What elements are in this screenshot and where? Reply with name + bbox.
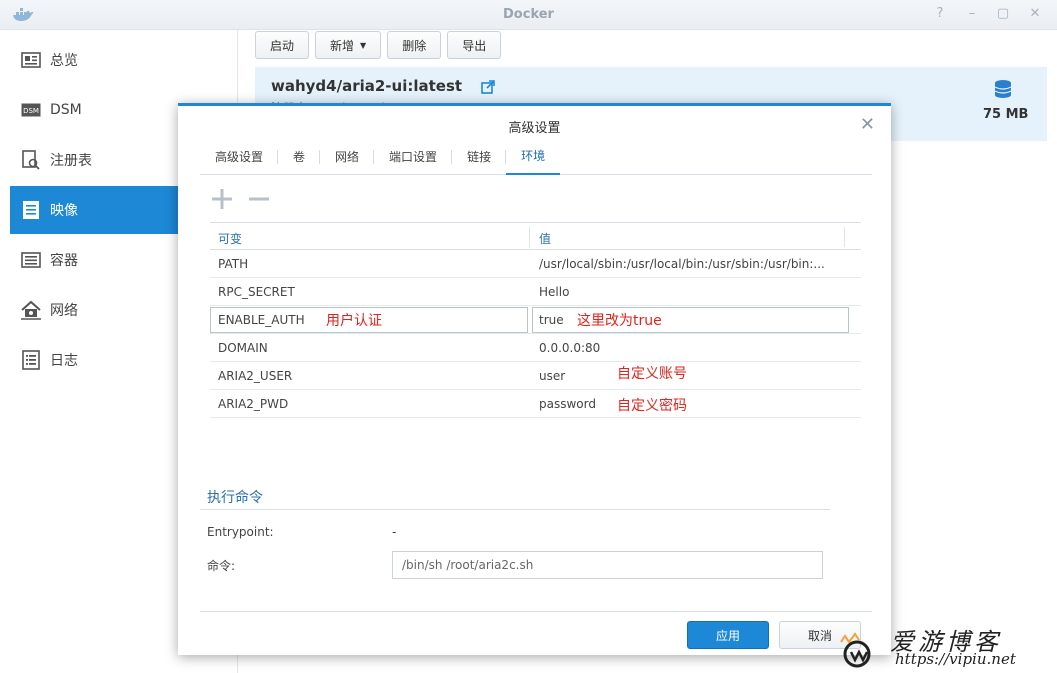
sidebar-item-overview[interactable]: 总览 bbox=[10, 36, 180, 84]
table-row-editing[interactable]: ENABLE_AUTH true 用户认证 这里改为true bbox=[210, 306, 861, 334]
tab-environment[interactable]: 环境 bbox=[506, 139, 561, 175]
column-divider bbox=[529, 227, 530, 247]
sidebar-item-label: DSM bbox=[50, 102, 82, 118]
launch-button[interactable]: 启动 bbox=[255, 31, 310, 59]
annotation-true-note: 这里改为true bbox=[577, 313, 662, 329]
database-icon bbox=[994, 80, 1012, 98]
sidebar-item-container[interactable]: 容器 bbox=[10, 236, 180, 284]
env-key: ENABLE_AUTH bbox=[218, 313, 305, 327]
environment-table: 可变 值 PATH /usr/local/sbin:/usr/local/bin… bbox=[210, 222, 861, 418]
remove-variable-icon[interactable] bbox=[248, 188, 270, 210]
column-header-variable[interactable]: 可变 bbox=[218, 230, 242, 247]
table-row[interactable]: PATH /usr/local/sbin:/usr/local/bin:/usr… bbox=[210, 250, 861, 278]
dialog-title: 高级设置 bbox=[508, 121, 561, 136]
add-button[interactable]: 新增 ▼ bbox=[315, 31, 382, 59]
maximize-icon[interactable]: ▢ bbox=[995, 6, 1011, 22]
help-icon[interactable]: ? bbox=[932, 6, 948, 22]
command-label: 命令: bbox=[207, 559, 236, 573]
close-window-icon[interactable]: ✕ bbox=[1027, 6, 1043, 22]
env-key: PATH bbox=[218, 257, 249, 271]
tab-links[interactable]: 链接 bbox=[452, 139, 507, 175]
divider bbox=[200, 611, 872, 612]
env-value: /usr/local/sbin:/usr/local/bin:/usr/sbin… bbox=[539, 257, 825, 271]
column-divider bbox=[844, 227, 845, 247]
external-link-icon[interactable] bbox=[481, 80, 495, 94]
dsm-icon: DSM bbox=[20, 99, 42, 121]
add-button-label: 新增 bbox=[330, 38, 355, 53]
env-key: ARIA2_PWD bbox=[218, 397, 289, 411]
log-icon bbox=[20, 349, 42, 371]
entrypoint-value: - bbox=[392, 525, 397, 539]
window-titlebar: Docker ? – ▢ ✕ bbox=[0, 0, 1057, 30]
image-name: wahyd4/aria2-ui:latest bbox=[271, 77, 463, 95]
advanced-settings-dialog: 高级设置 ✕ 高级设置 卷 网络 端口设置 链接 环境 可变 值 PATH /u… bbox=[178, 103, 891, 655]
annotation-user-note: 自定义账号 bbox=[617, 366, 687, 382]
watermark: 爱游博客 https://vipiu.net bbox=[835, 620, 1050, 672]
env-value: 0.0.0.0:80 bbox=[539, 341, 601, 355]
env-key: RPC_SECRET bbox=[218, 285, 295, 299]
chevron-down-icon: ▼ bbox=[360, 40, 367, 50]
table-row[interactable]: DOMAIN 0.0.0.0:80 bbox=[210, 334, 861, 362]
entrypoint-label: Entrypoint: bbox=[207, 525, 274, 539]
tab-volume[interactable]: 卷 bbox=[278, 139, 321, 175]
sidebar-item-network[interactable]: 网络 bbox=[10, 286, 180, 334]
main-toolbar: 启动 新增 ▼ 删除 导出 bbox=[255, 31, 502, 59]
sidebar-item-label: 日志 bbox=[50, 353, 78, 369]
sidebar-item-label: 映像 bbox=[50, 203, 78, 219]
apply-button[interactable]: 应用 bbox=[687, 621, 769, 649]
minimize-icon[interactable]: – bbox=[964, 6, 980, 22]
tab-network[interactable]: 网络 bbox=[320, 139, 375, 175]
watermark-logo bbox=[840, 632, 871, 668]
annotation-pwd-note: 自定义密码 bbox=[617, 398, 687, 414]
sidebar-item-log[interactable]: 日志 bbox=[10, 336, 180, 384]
svg-text:DSM: DSM bbox=[23, 107, 39, 115]
annotation-auth: 用户认证 bbox=[326, 313, 382, 329]
image-size: 75 MB bbox=[983, 107, 1029, 122]
network-icon bbox=[20, 299, 42, 321]
registry-icon bbox=[20, 149, 42, 171]
divider bbox=[200, 509, 830, 510]
command-input[interactable] bbox=[392, 551, 823, 579]
column-header-value[interactable]: 值 bbox=[539, 230, 551, 247]
image-icon bbox=[20, 199, 42, 221]
window-title: Docker bbox=[503, 7, 554, 22]
env-key: ARIA2_USER bbox=[218, 369, 293, 383]
add-variable-icon[interactable] bbox=[211, 188, 233, 210]
table-row[interactable]: RPC_SECRET Hello bbox=[210, 278, 861, 306]
export-button[interactable]: 导出 bbox=[447, 31, 502, 59]
sidebar-item-registry[interactable]: 注册表 bbox=[10, 136, 180, 184]
env-key: DOMAIN bbox=[218, 341, 268, 355]
table-row[interactable]: ARIA2_PWD password 自定义密码 bbox=[210, 390, 861, 418]
dialog-tabs: 高级设置 卷 网络 端口设置 链接 环境 bbox=[200, 139, 872, 175]
tab-port-settings[interactable]: 端口设置 bbox=[374, 139, 453, 175]
overview-icon bbox=[20, 49, 42, 71]
sidebar-item-label: 容器 bbox=[50, 253, 78, 269]
sidebar-item-label: 网络 bbox=[50, 303, 78, 319]
table-row[interactable]: ARIA2_USER user 自定义账号 bbox=[210, 362, 861, 390]
sidebar-item-image[interactable]: 映像 bbox=[10, 186, 180, 234]
exec-section-title: 执行命令 bbox=[207, 490, 263, 506]
sidebar-item-dsm[interactable]: DSM DSM bbox=[10, 86, 180, 134]
watermark-url: https://vipiu.net bbox=[895, 650, 1016, 668]
close-icon[interactable]: ✕ bbox=[860, 114, 875, 135]
sidebar-item-label: 总览 bbox=[50, 53, 78, 69]
delete-button[interactable]: 删除 bbox=[387, 31, 442, 59]
table-header: 可变 值 bbox=[210, 222, 861, 250]
sidebar-item-label: 注册表 bbox=[50, 153, 92, 169]
env-value: Hello bbox=[539, 285, 570, 299]
env-value: user bbox=[539, 369, 566, 383]
container-icon bbox=[20, 249, 42, 271]
tab-advanced[interactable]: 高级设置 bbox=[200, 139, 279, 175]
env-value: password bbox=[539, 397, 596, 411]
